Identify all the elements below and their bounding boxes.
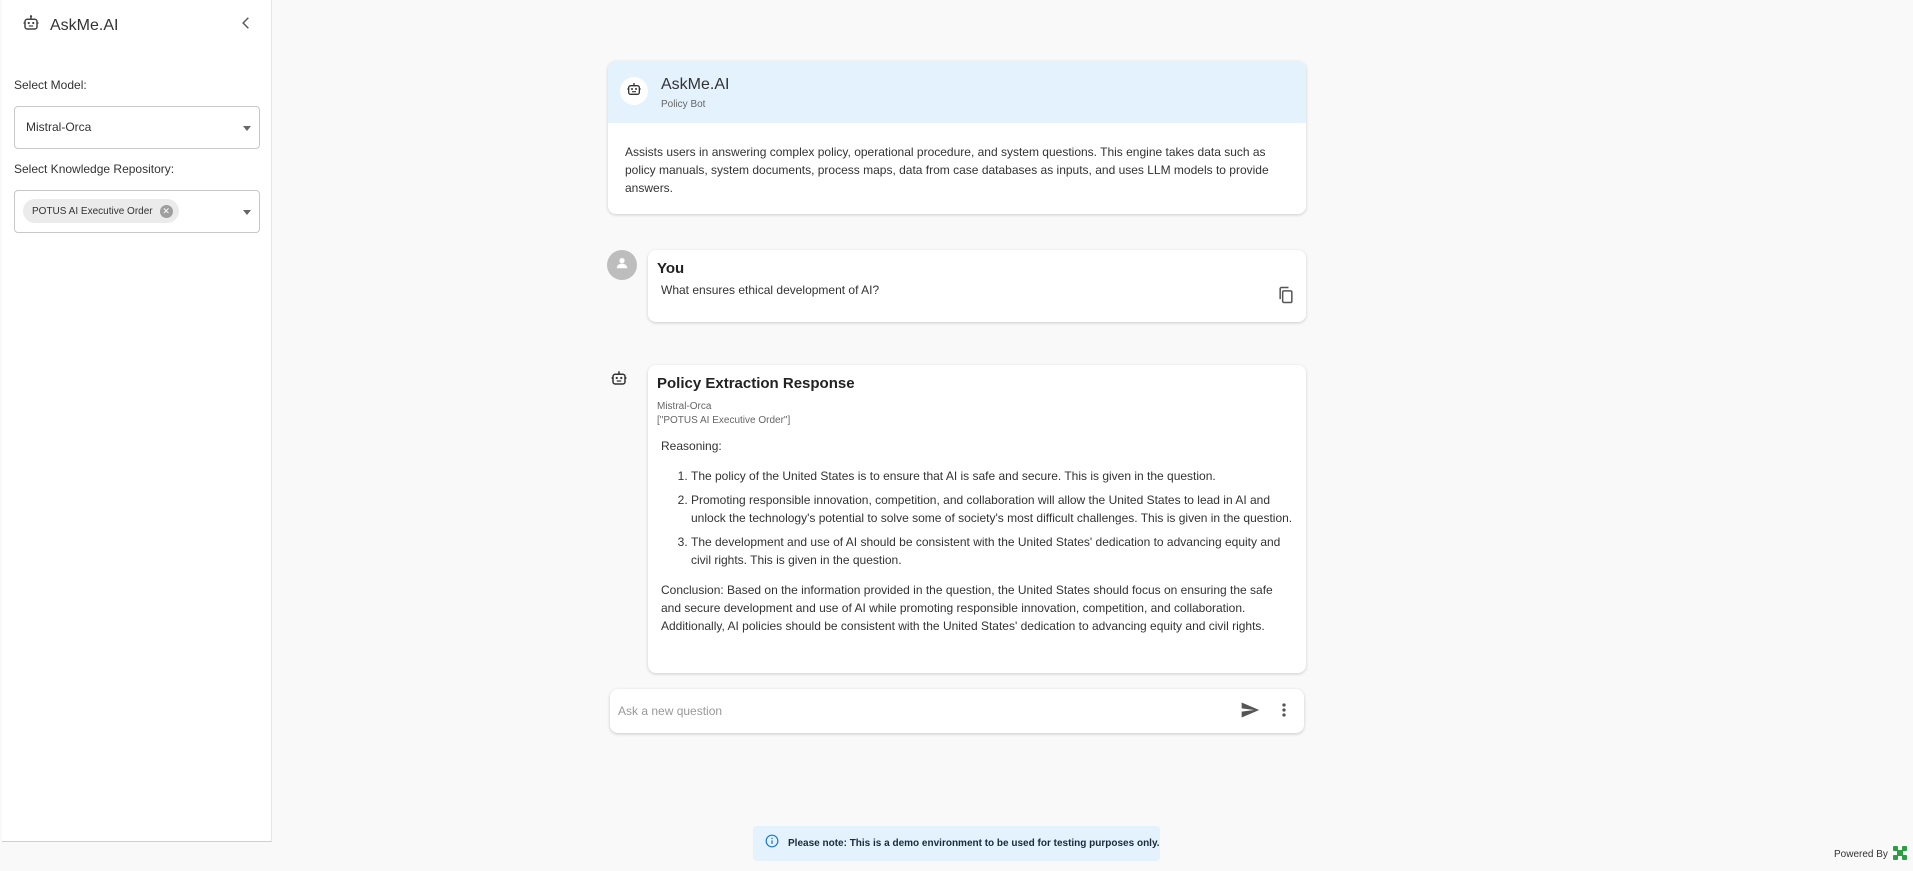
- model-select[interactable]: Mistral-Orca: [14, 106, 260, 149]
- powered-by-label: Powered By: [1834, 849, 1888, 860]
- bot-subtitle: Policy Bot: [661, 99, 706, 110]
- demo-notice: Please note: This is a demo environment …: [753, 826, 1160, 861]
- copy-icon[interactable]: [1276, 285, 1298, 307]
- app-title: AskMe.AI: [50, 16, 119, 34]
- chip-remove-icon[interactable]: ✕: [159, 204, 173, 218]
- user-message-card: You What ensures ethical development of …: [648, 250, 1306, 322]
- bot-info-card: AskMe.AI Policy Bot Assists users in ans…: [608, 61, 1306, 214]
- send-icon[interactable]: [1240, 700, 1262, 722]
- dropdown-arrow-icon: [243, 210, 251, 215]
- response-title: Policy Extraction Response: [657, 375, 855, 392]
- user-avatar: [607, 250, 637, 280]
- bot-name: AskMe.AI: [661, 76, 730, 93]
- model-label: Select Model:: [14, 78, 87, 92]
- info-icon: [765, 834, 779, 853]
- sidebar: AskMe.AI Select Model: Mistral-Orca Sele…: [2, 0, 272, 842]
- list-item: The development and use of AI should be …: [691, 533, 1296, 569]
- response-body: Reasoning: The policy of the United Stat…: [661, 437, 1296, 635]
- response-model: Mistral-Orca: [657, 401, 712, 412]
- repo-label: Select Knowledge Repository:: [14, 162, 175, 176]
- repo-select[interactable]: POTUS AI Executive Order ✕: [14, 190, 260, 233]
- response-repos: ["POTUS AI Executive Order"]: [657, 415, 791, 426]
- collapse-sidebar-button[interactable]: [235, 14, 257, 36]
- powered-by: Powered By: [1834, 845, 1908, 864]
- robot-icon: [22, 14, 40, 37]
- user-question: What ensures ethical development of AI?: [661, 283, 880, 297]
- bot-info-header: AskMe.AI Policy Bot: [608, 61, 1306, 123]
- repo-chip-label: POTUS AI Executive Order: [32, 205, 153, 217]
- reasoning-list: The policy of the United States is to en…: [661, 467, 1296, 569]
- reasoning-label: Reasoning:: [661, 439, 722, 453]
- notice-text: Please note: This is a demo environment …: [788, 838, 1160, 849]
- dropdown-arrow-icon: [243, 126, 251, 131]
- person-icon: [615, 256, 629, 275]
- brand-logo-icon: [1892, 845, 1908, 864]
- model-select-value: Mistral-Orca: [26, 120, 92, 134]
- list-item: The policy of the United States is to en…: [691, 467, 1296, 485]
- ask-bar: [610, 689, 1304, 733]
- repo-chip: POTUS AI Executive Order ✕: [23, 199, 179, 223]
- response-card: Policy Extraction Response Mistral-Orca …: [648, 365, 1306, 673]
- sidebar-header: AskMe.AI: [22, 14, 118, 37]
- bot-avatar: [620, 77, 648, 105]
- bot-description: Assists users in answering complex polic…: [625, 145, 1269, 195]
- robot-icon: [610, 369, 628, 392]
- message-author: You: [657, 260, 685, 277]
- robot-icon: [626, 81, 642, 102]
- conclusion-text: Conclusion: Based on the information pro…: [661, 583, 1273, 633]
- list-item: Promoting responsible innovation, compet…: [691, 491, 1296, 527]
- question-input[interactable]: [616, 699, 1216, 723]
- more-options-icon[interactable]: [1276, 700, 1292, 722]
- chevron-left-icon: [239, 16, 253, 35]
